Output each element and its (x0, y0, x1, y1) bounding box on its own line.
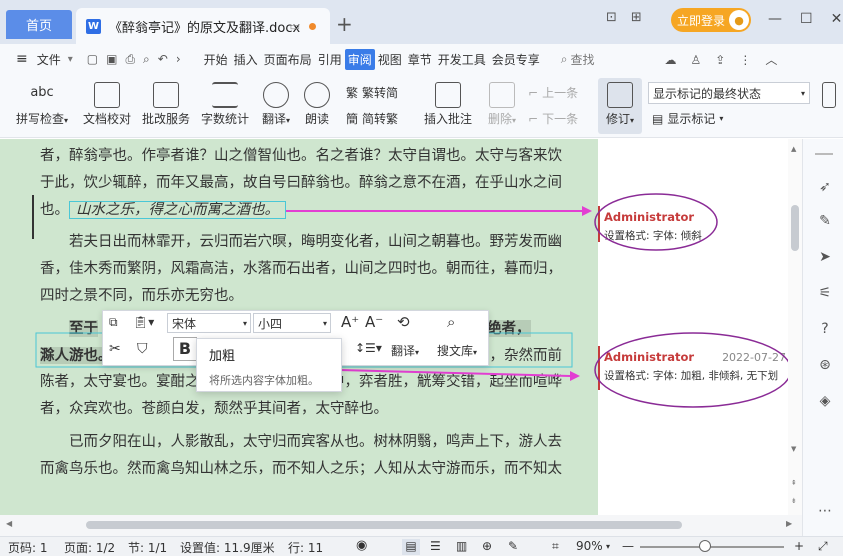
fullscreen-icon[interactable]: ⤢ (818, 539, 828, 554)
scroll-down-icon[interactable]: ▼ (791, 445, 796, 453)
zoom-out-icon[interactable]: — (622, 539, 634, 553)
horizontal-scrollbar[interactable]: ◀ ▶ (0, 515, 802, 536)
eye-protect-icon[interactable]: ◉ (356, 538, 367, 553)
status-page[interactable]: 页码: 1 (8, 539, 48, 556)
compass-icon[interactable]: ◈ (817, 393, 833, 409)
more-icon[interactable]: ⋯ (817, 503, 833, 519)
pen-icon[interactable]: ✎ (817, 213, 833, 229)
status-setting[interactable]: 设置值: 11.9厘米 (180, 539, 275, 556)
rocket-icon[interactable]: ➶ (817, 179, 833, 195)
font-size-select[interactable]: 小四 ▾ (253, 313, 331, 333)
sliders-icon[interactable]: ⚟ (817, 285, 833, 301)
arrow-head-2 (570, 371, 580, 381)
arrow-head-1 (582, 206, 592, 216)
horizontal-scroll-thumb[interactable] (86, 521, 682, 529)
status-section[interactable]: 节: 1/1 (128, 539, 167, 556)
zoom-level[interactable]: 90% (576, 539, 603, 553)
scroll-right-icon[interactable]: ▶ (786, 519, 792, 528)
status-pages[interactable]: 页面: 1/2 (64, 539, 115, 556)
paste-icon[interactable]: 📋︎▾ (133, 315, 154, 329)
right-side-panel: ➶ ✎ ➤ ⚟ ? ⊛ ◈ ⋯ (802, 139, 843, 536)
bold-button[interactable]: B (173, 337, 197, 361)
highlight-ellipse-2 (594, 332, 792, 408)
share-icon[interactable]: ⊛ (817, 357, 833, 373)
tooltip-title: 加粗 (209, 349, 236, 364)
translate-button[interactable]: 翻译▾ (391, 342, 419, 359)
chevron-down-icon[interactable]: ▾ (606, 542, 610, 551)
zoom-slider[interactable] (640, 546, 784, 548)
cut-icon[interactable]: ✂ (109, 341, 121, 357)
shrink-font-icon[interactable]: A⁻ (365, 313, 383, 331)
zoom-slider-thumb[interactable] (699, 540, 711, 552)
format-painter-icon[interactable]: ⛉ (137, 341, 148, 357)
prev-page-icon[interactable]: ⇞ (791, 479, 797, 487)
font-select[interactable]: 宋体 ▾ (167, 313, 251, 333)
help-icon[interactable]: ? (817, 321, 833, 337)
highlight-ellipse-1 (594, 193, 718, 251)
page-view-icon[interactable]: ▤ (402, 539, 420, 555)
tooltip-desc: 将所选内容字体加粗。 (209, 374, 319, 387)
line-spacing-icon[interactable]: ↕☰▾ (355, 341, 382, 355)
vertical-scrollbar[interactable]: ▲ ▼ ⇞ ⇟ (788, 139, 802, 515)
write-view-icon[interactable]: ✎ (508, 539, 518, 553)
grow-font-icon[interactable]: A⁺ (341, 313, 359, 331)
arrow-line-2 (339, 369, 571, 377)
vertical-scroll-thumb[interactable] (791, 205, 799, 251)
cursor-icon[interactable]: ➤ (817, 249, 833, 265)
scroll-left-icon[interactable]: ◀ (6, 519, 12, 528)
web-view-icon[interactable]: ⊕ (482, 539, 492, 553)
next-page-icon[interactable]: ⇟ (791, 497, 797, 505)
reading-view-icon[interactable]: ▥ (456, 539, 467, 553)
status-bar: 页码: 1 页面: 1/2 节: 1/1 设置值: 11.9厘米 行: 11 ◉… (0, 536, 843, 556)
translate-icon[interactable]: ⟲ (397, 313, 410, 331)
panel-grip (815, 153, 833, 155)
annotation-overlay (35, 193, 792, 408)
search-lib-icon[interactable]: ⌕ (447, 313, 455, 331)
status-row[interactable]: 行: 11 (288, 539, 323, 556)
zoom-in-icon[interactable]: + (794, 539, 804, 553)
outline-view-icon[interactable]: ☰ (430, 539, 441, 553)
fit-page-icon[interactable]: ⌗ (552, 539, 559, 554)
copy-icon[interactable]: ⧉ (109, 315, 118, 330)
search-lib-button[interactable]: 搜文库▾ (437, 342, 477, 359)
scroll-up-icon[interactable]: ▲ (791, 145, 796, 153)
bold-tooltip: 加粗 将所选内容字体加粗。 (196, 338, 342, 392)
